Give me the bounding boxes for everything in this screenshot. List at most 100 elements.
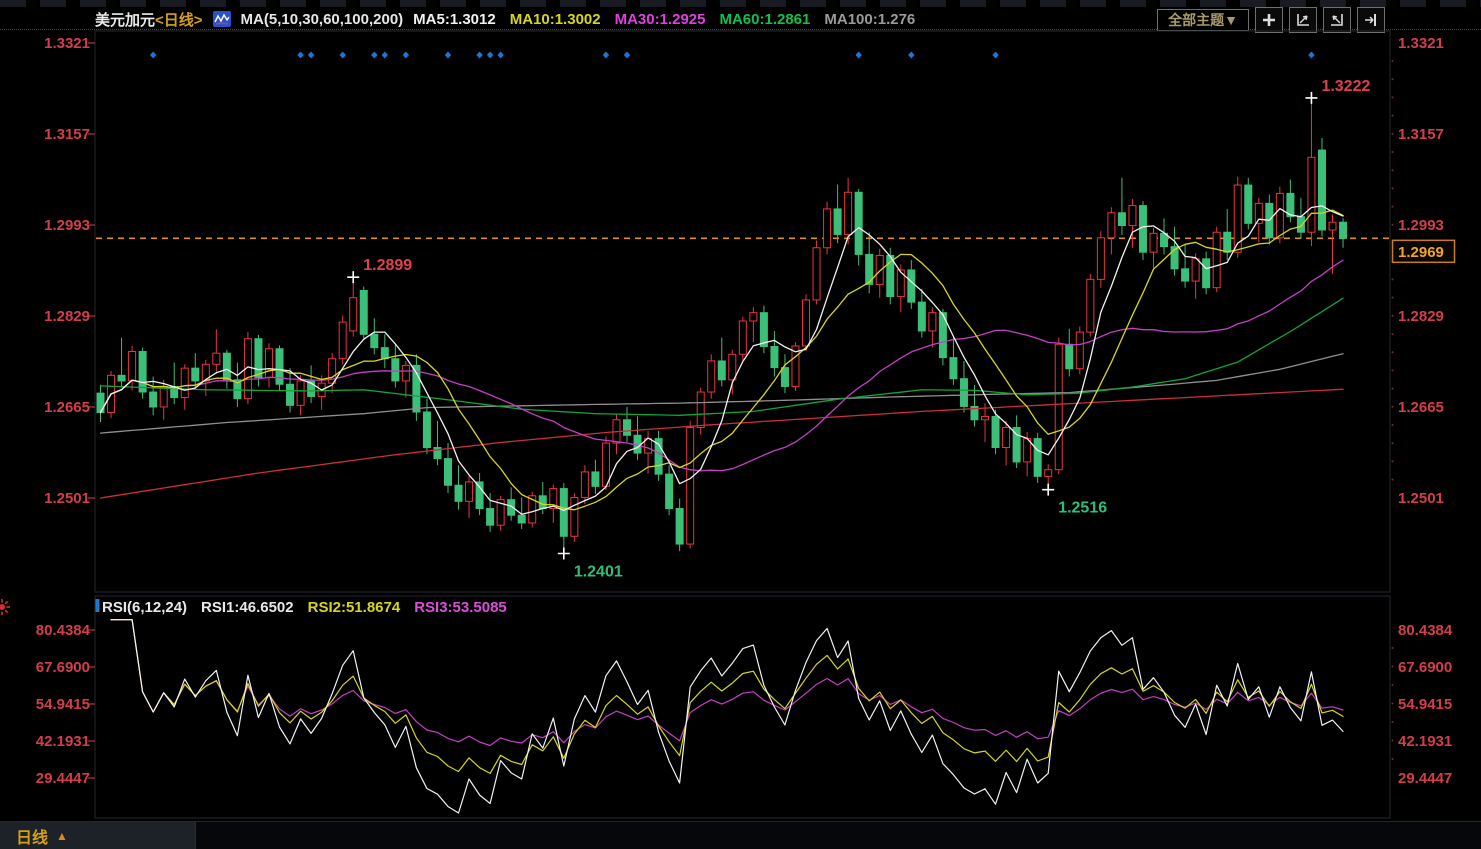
axis-dot — [1392, 224, 1394, 226]
axis-dot — [1392, 115, 1394, 117]
axis-dot — [1392, 96, 1394, 98]
period-selector[interactable]: 日线 ▲ — [0, 822, 196, 849]
rsi-tick-label-right: 67.6900 — [1398, 659, 1452, 676]
candle — [581, 472, 588, 498]
cross-marker — [1042, 484, 1054, 496]
candle — [1118, 213, 1125, 226]
candle — [455, 485, 462, 501]
rsi-tick-label-right: 54.9415 — [1398, 696, 1452, 713]
candle — [1276, 193, 1283, 237]
annotation-label: 1.3222 — [1321, 78, 1370, 95]
price-tick-label-right: 1.2665 — [1398, 399, 1444, 416]
candle — [813, 248, 820, 300]
candle — [381, 348, 388, 359]
candle — [960, 379, 967, 407]
candle — [781, 368, 788, 387]
signal-dot — [445, 52, 451, 59]
candle — [265, 349, 272, 378]
rsi-tick-label-left: 54.9415 — [36, 696, 90, 713]
cross-marker — [558, 547, 570, 559]
rsi-tick-label-right: 80.4384 — [1398, 622, 1453, 639]
candle — [666, 474, 673, 508]
axis-dot — [1392, 442, 1394, 444]
axis-dot — [1392, 133, 1394, 135]
candle — [1182, 269, 1189, 281]
candle — [539, 496, 546, 509]
candle — [1139, 206, 1146, 253]
candle — [423, 412, 430, 448]
candle — [739, 321, 746, 354]
candle — [1297, 217, 1304, 233]
rsi-values: RSI1:46.6502RSI2:51.8674RSI3:53.5085 — [201, 599, 507, 616]
signal-dot — [403, 52, 409, 59]
rsi-tick-label-left: 29.4447 — [36, 770, 90, 787]
candle — [824, 209, 831, 248]
axis-dot — [1392, 647, 1394, 649]
axis-dot — [1392, 169, 1394, 171]
axis-dot — [1392, 333, 1394, 335]
candle — [223, 353, 230, 380]
candle — [476, 482, 483, 509]
candle — [287, 384, 294, 405]
candle — [160, 386, 167, 407]
candle — [1318, 150, 1325, 230]
axis-dot — [1392, 78, 1394, 80]
candle — [402, 365, 409, 381]
axis-dot — [1392, 60, 1394, 62]
rsi-pane-marker — [96, 599, 100, 612]
rsi-tick-label-left: 42.1931 — [36, 733, 90, 750]
signal-dot — [1308, 52, 1314, 59]
candle — [1129, 206, 1136, 226]
candle — [444, 459, 451, 486]
axis-dot — [1392, 388, 1394, 390]
axis-dot — [1392, 369, 1394, 371]
cross-marker — [347, 271, 359, 283]
candle — [560, 489, 567, 537]
candle — [371, 334, 378, 347]
candle — [845, 192, 852, 234]
rsi-value: RSI2:51.8674 — [308, 599, 401, 616]
candle — [518, 515, 525, 523]
candle — [834, 209, 841, 235]
candle — [1055, 344, 1062, 469]
candle — [97, 393, 104, 412]
candle — [803, 300, 810, 346]
candle — [1045, 470, 1052, 477]
price-tick-label-right: 1.2501 — [1398, 490, 1444, 507]
main-chart-svg[interactable]: 1.33211.33211.31571.31571.29931.29931.28… — [0, 0, 1481, 849]
candle — [876, 256, 883, 285]
axis-dot — [1392, 187, 1394, 189]
signal-dot — [497, 52, 503, 59]
candle — [487, 509, 494, 526]
candle — [571, 497, 578, 536]
candle — [1097, 238, 1104, 280]
period-selector-label: 日线 — [16, 824, 48, 848]
signal-dot — [150, 52, 156, 59]
price-tick-label-right: 1.3157 — [1398, 126, 1444, 143]
candle — [992, 416, 999, 447]
annotation-label: 1.2899 — [363, 257, 412, 274]
price-tick-label-left: 1.2993 — [44, 217, 90, 234]
candle — [918, 302, 925, 331]
price-tick-label-left: 1.2829 — [44, 308, 90, 325]
rsi12-line — [111, 620, 1343, 774]
price-tick-label-right: 1.2993 — [1398, 217, 1444, 234]
candle — [697, 392, 704, 428]
candle — [982, 416, 989, 419]
axis-dot — [1392, 684, 1394, 686]
rsi-params-label: RSI(6,12,24) — [102, 599, 187, 616]
signal-dot — [992, 52, 998, 59]
signal-dot — [308, 52, 314, 59]
cross-marker — [1305, 92, 1317, 104]
rsi-tick-label-right: 29.4447 — [1398, 770, 1452, 787]
rsi-value: RSI1:46.6502 — [201, 599, 294, 616]
candle — [1150, 233, 1157, 252]
candle — [1340, 222, 1347, 238]
annotation-label: 1.2516 — [1058, 500, 1107, 517]
axis-dot — [1392, 721, 1394, 723]
signal-dot — [339, 52, 345, 59]
main-pane-border — [95, 31, 1390, 592]
candle — [1224, 232, 1231, 252]
candle — [760, 313, 767, 347]
price-tick-label-left: 1.2665 — [44, 399, 90, 416]
